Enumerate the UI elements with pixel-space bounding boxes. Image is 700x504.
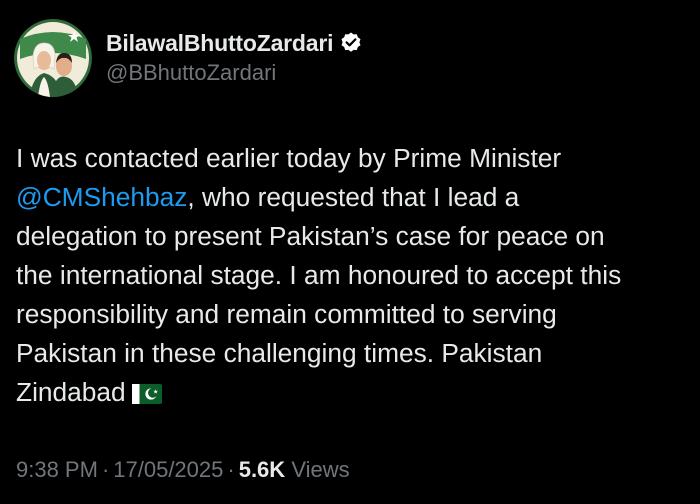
pakistan-flag-icon xyxy=(131,376,162,415)
tweet-header: BilawalBhuttoZardari @BBhuttoZardari xyxy=(14,19,363,97)
meta-separator: · xyxy=(101,457,110,482)
tweet-text-fragment: , who requested that I lead a xyxy=(187,182,520,212)
mention-link[interactable]: @CMShehbaz xyxy=(16,182,187,212)
tweet-timestamp[interactable]: 9:38 PM xyxy=(16,457,98,482)
author-handle[interactable]: @BBhuttoZardari xyxy=(106,59,363,87)
meta-separator: · xyxy=(227,457,235,482)
views-count: 5.6K xyxy=(238,457,286,482)
tweet-text-line: the international stage. I am honoured t… xyxy=(16,260,622,290)
author-name-row[interactable]: BilawalBhuttoZardari xyxy=(106,29,363,57)
tweet-text-line: @CMShehbaz, who requested that I lead a xyxy=(16,178,696,217)
views-link[interactable]: 5.6K Views xyxy=(239,457,350,482)
tweet-text-line: responsibility and remain committed to s… xyxy=(16,299,557,329)
verified-badge-icon xyxy=(339,31,363,55)
tweet-text-line: Pakistan in these challenging times. Pak… xyxy=(16,338,543,368)
tweet-text-line: delegation to present Pakistan’s case fo… xyxy=(16,221,605,251)
tweet-date-link[interactable]: 17/05/2025 xyxy=(113,457,223,482)
views-label: Views xyxy=(291,457,350,482)
tweet-meta: 9:38 PM · 17/05/2025 · 5.6K Views xyxy=(16,456,350,484)
tweet: BilawalBhuttoZardari @BBhuttoZardari I w… xyxy=(0,0,700,504)
avatar-image xyxy=(14,19,92,97)
tweet-date: 17/05/2025 xyxy=(113,457,224,482)
tweet-text-fragment: Zindabad xyxy=(16,377,126,407)
author-identity: BilawalBhuttoZardari @BBhuttoZardari xyxy=(106,29,363,87)
tweet-text: I was contacted earlier today by Prime M… xyxy=(16,139,696,415)
author-avatar[interactable] xyxy=(14,19,92,97)
tweet-text-line: I was contacted earlier today by Prime M… xyxy=(16,143,562,173)
tweet-time: 9:38 PM xyxy=(16,457,98,482)
tweet-text-line: Zindabad xyxy=(16,373,696,415)
author-display-name[interactable]: BilawalBhuttoZardari xyxy=(106,29,334,57)
